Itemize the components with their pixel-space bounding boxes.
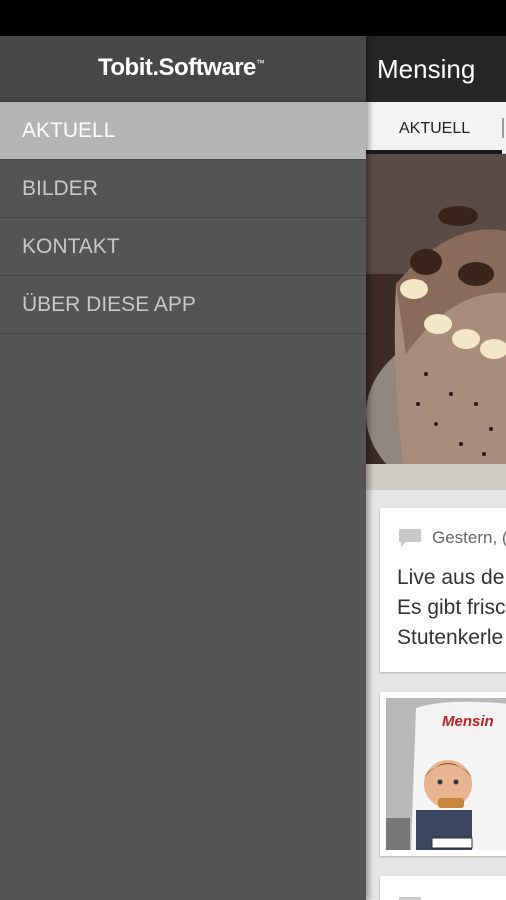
content-scrim[interactable] — [366, 36, 506, 900]
drawer-header: Tobit.Software™ — [0, 36, 366, 102]
drawer-item-ueber-diese-app[interactable]: ÜBER DIESE APP — [0, 276, 366, 334]
drawer-item-label: KONTAKT — [22, 235, 120, 258]
tobit-software-logo: Tobit.Software™ — [98, 54, 265, 81]
status-bar — [0, 0, 506, 36]
drawer-item-label: ÜBER DIESE APP — [22, 293, 196, 316]
drawer-item-bilder[interactable]: BILDER — [0, 160, 366, 218]
drawer-item-label: AKTUELL — [22, 119, 116, 142]
drawer-item-label: BILDER — [22, 177, 98, 200]
drawer-item-aktuell[interactable]: AKTUELL — [0, 102, 366, 160]
navigation-drawer: Tobit.Software™ AKTUELL BILDER KONTAKT Ü… — [0, 36, 366, 900]
drawer-item-kontakt[interactable]: KONTAKT — [0, 218, 366, 276]
drawer-menu: AKTUELL BILDER KONTAKT ÜBER DIESE APP — [0, 102, 366, 334]
